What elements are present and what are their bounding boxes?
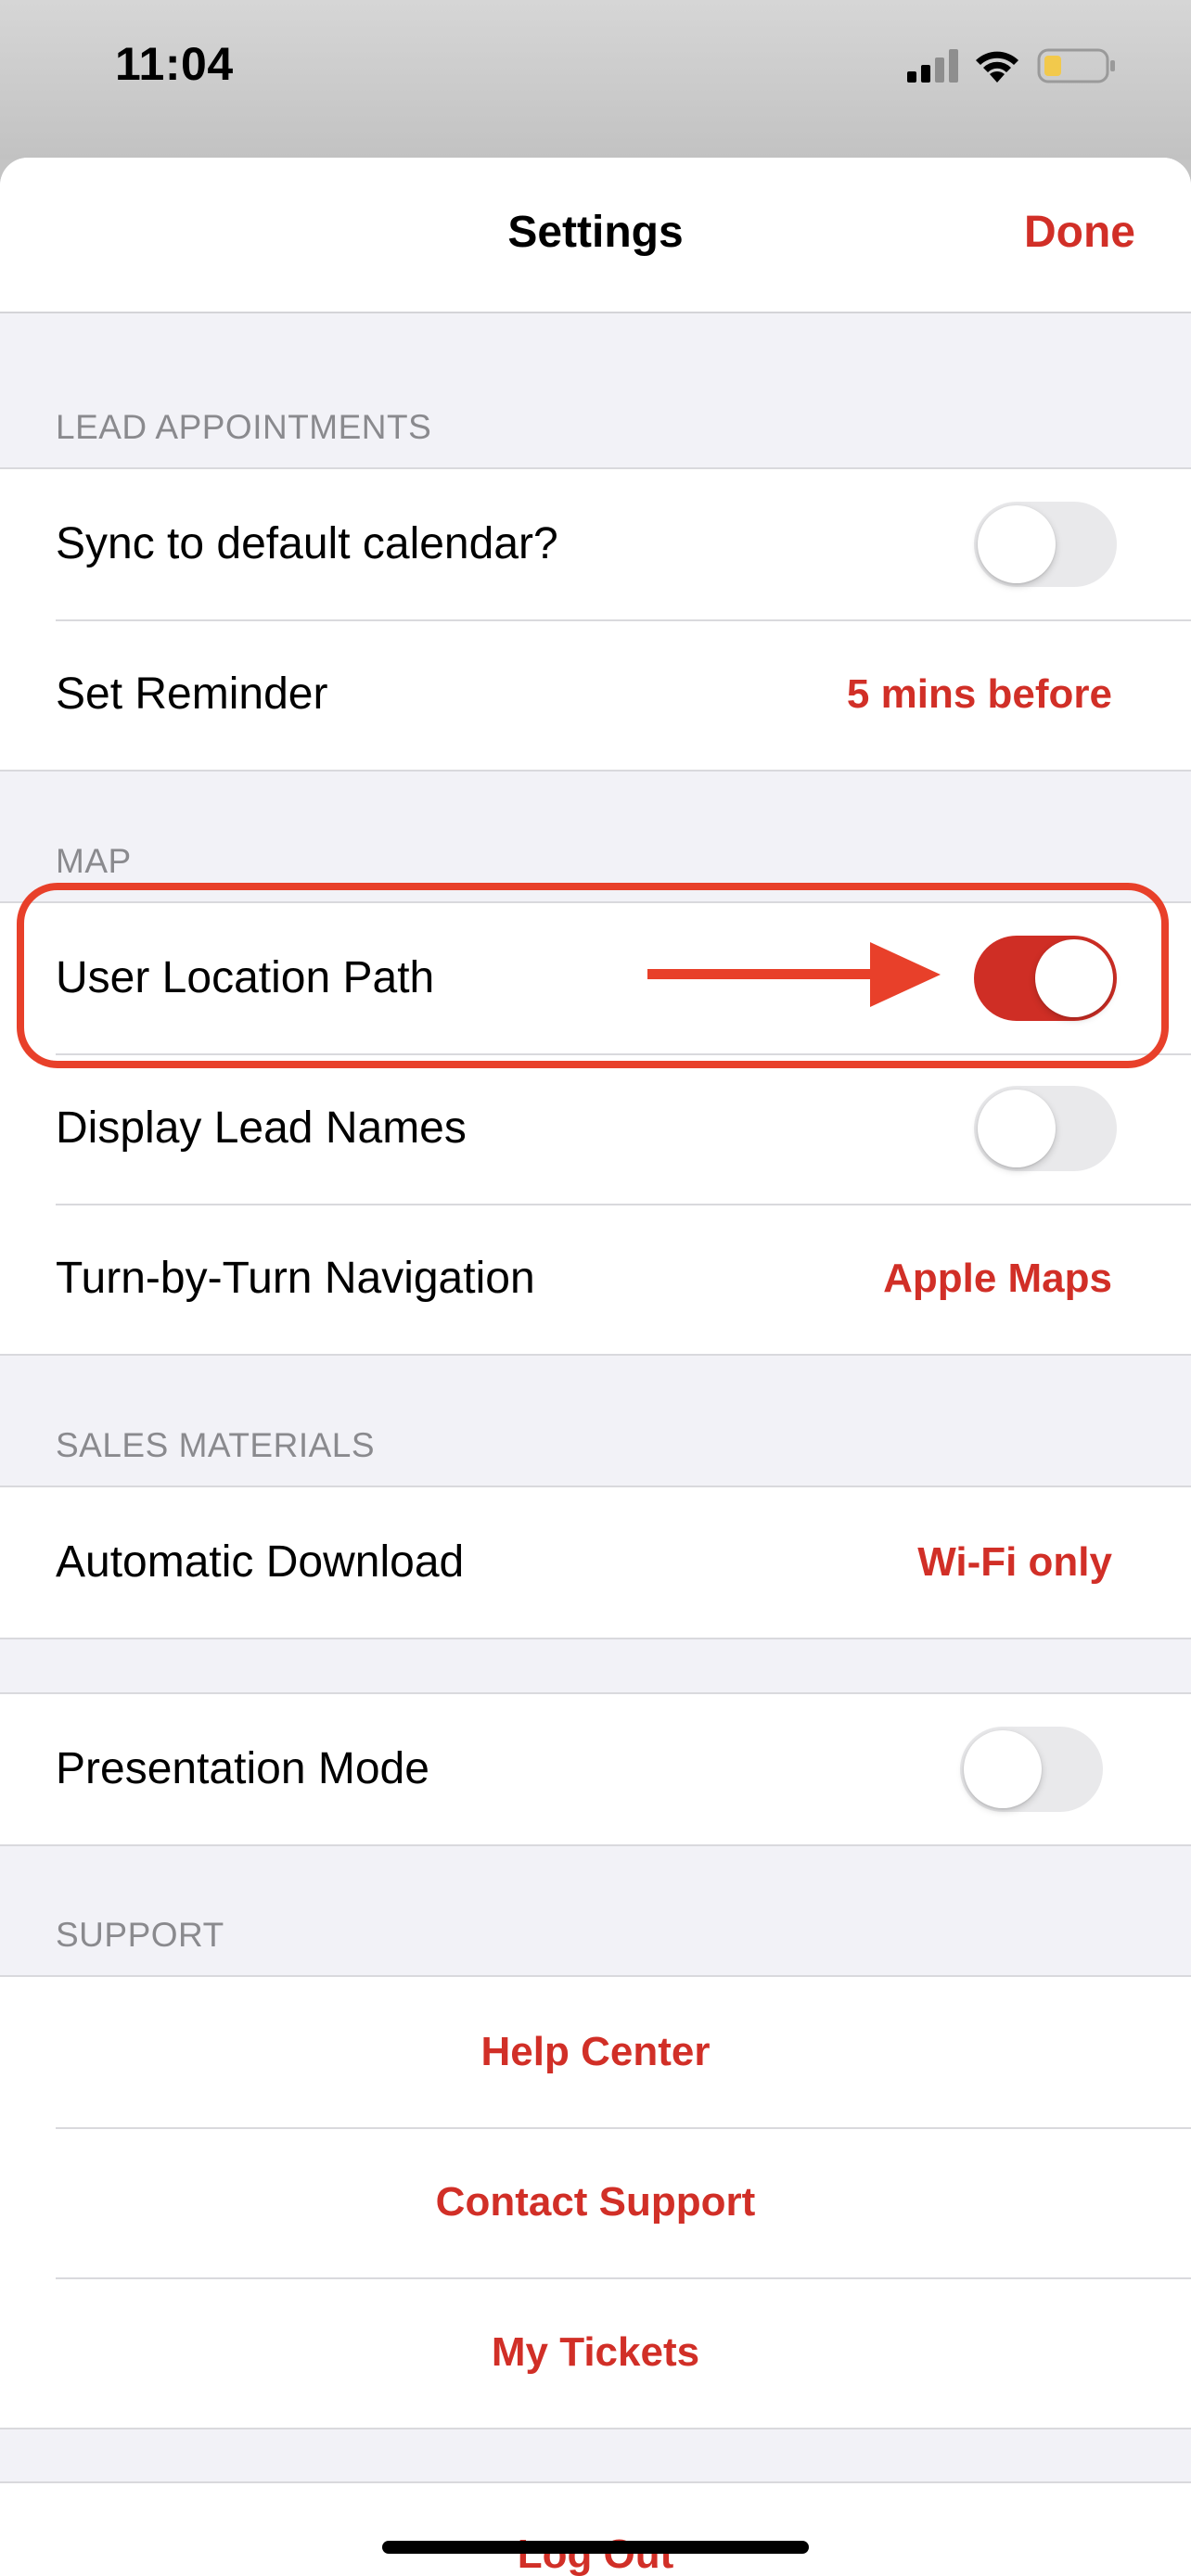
reminder-value[interactable]: 5 mins before <box>847 619 1112 770</box>
status-bar: 11:04 <box>0 0 1191 159</box>
group-map: User Location Path Display Lead Names Tu… <box>0 901 1191 1356</box>
group-sales-materials: Automatic Download Wi-Fi only <box>0 1486 1191 1639</box>
automatic-download-value[interactable]: Wi-Fi only <box>917 1487 1112 1638</box>
navigation-bar: Settings Done <box>0 158 1191 313</box>
cellular-signal-icon <box>907 49 958 83</box>
section-header-lead-appointments: LEAD APPOINTMENTS <box>56 408 432 446</box>
row-my-tickets[interactable]: My Tickets <box>0 2277 1191 2428</box>
toggle-knob <box>978 1090 1056 1167</box>
presentation-mode-toggle[interactable] <box>960 1727 1103 1812</box>
navigation-value[interactable]: Apple Maps <box>883 1204 1112 1354</box>
done-button[interactable]: Done <box>1024 207 1135 258</box>
group-support: Help Center Contact Support My Tickets <box>0 1975 1191 2429</box>
toggle-knob <box>1035 939 1113 1017</box>
row-user-location-path: User Location Path <box>0 903 1191 1053</box>
status-icons <box>907 43 1117 89</box>
display-lead-names-toggle[interactable] <box>974 1086 1117 1171</box>
group-presentation: Presentation Mode <box>0 1692 1191 1846</box>
section-header-sales-materials: SALES MATERIALS <box>56 1426 376 1464</box>
row-label: Set Reminder <box>56 670 328 719</box>
row-presentation-mode: Presentation Mode <box>0 1694 1191 1844</box>
wifi-icon <box>976 51 1018 83</box>
row-label: Presentation Mode <box>56 1744 429 1793</box>
row-sync-calendar: Sync to default calendar? <box>0 469 1191 619</box>
page-title: Settings <box>507 208 684 257</box>
home-indicator[interactable] <box>382 2541 809 2554</box>
sync-calendar-toggle[interactable] <box>974 502 1117 587</box>
help-center-button[interactable]: Help Center <box>0 1977 1191 2127</box>
row-label: Sync to default calendar? <box>56 519 558 568</box>
toggle-knob <box>964 1730 1042 1808</box>
row-label: User Location Path <box>56 953 435 1002</box>
battery-low-icon <box>1037 48 1115 83</box>
row-help-center[interactable]: Help Center <box>0 1977 1191 2127</box>
row-contact-support[interactable]: Contact Support <box>0 2127 1191 2277</box>
section-header-map: MAP <box>56 842 132 880</box>
row-automatic-download[interactable]: Automatic Download Wi-Fi only <box>0 1487 1191 1638</box>
row-label: Turn-by-Turn Navigation <box>56 1254 535 1303</box>
contact-support-button[interactable]: Contact Support <box>0 2127 1191 2277</box>
status-time: 11:04 <box>115 38 234 90</box>
section-header-support: SUPPORT <box>56 1916 224 1954</box>
row-label: Display Lead Names <box>56 1103 467 1153</box>
toggle-knob <box>978 505 1056 583</box>
row-display-lead-names: Display Lead Names <box>0 1053 1191 1204</box>
row-label: Automatic Download <box>56 1537 465 1587</box>
group-lead-appointments: Sync to default calendar? Set Reminder 5… <box>0 467 1191 772</box>
row-log-out[interactable]: Log Out <box>0 2483 1191 2576</box>
log-out-button[interactable]: Log Out <box>0 2480 1191 2576</box>
row-turn-by-turn-navigation[interactable]: Turn-by-Turn Navigation Apple Maps <box>0 1204 1191 1354</box>
group-account: Log Out <box>0 2481 1191 2576</box>
my-tickets-button[interactable]: My Tickets <box>0 2277 1191 2428</box>
user-location-path-toggle[interactable] <box>974 936 1117 1021</box>
settings-sheet: Settings Done LEAD APPOINTMENTS Sync to … <box>0 158 1191 2576</box>
row-set-reminder[interactable]: Set Reminder 5 mins before <box>0 619 1191 770</box>
